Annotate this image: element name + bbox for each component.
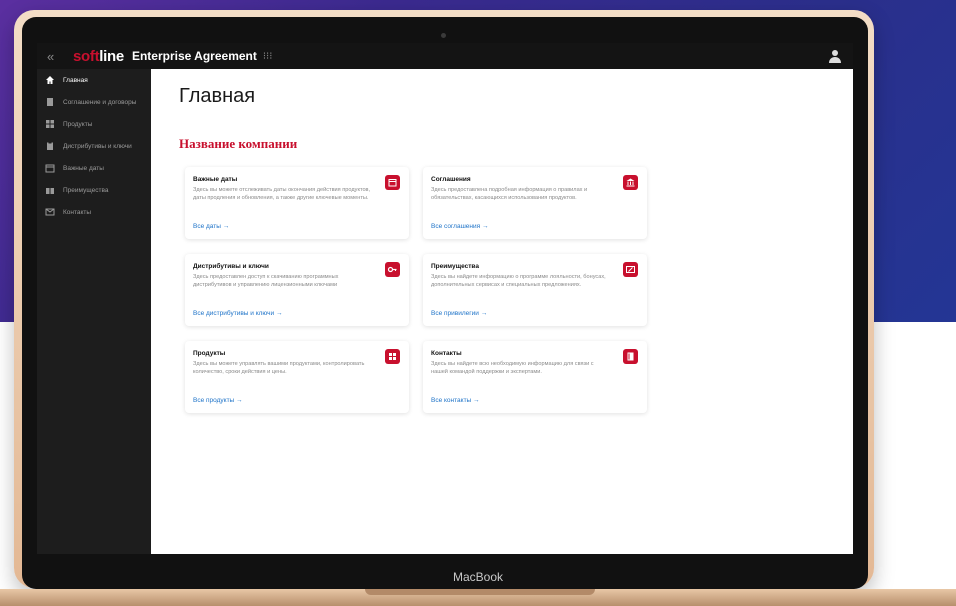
sidebar-item-agreements[interactable]: Соглашение и договоры <box>37 91 151 113</box>
collapse-sidebar-icon[interactable]: « <box>47 49 63 64</box>
ticket-icon <box>623 262 638 277</box>
card-title: Контакты <box>431 350 462 357</box>
card-important-dates: Важные даты Здесь вы можете отслеживать … <box>185 167 409 239</box>
logo-part-1: soft <box>73 47 100 65</box>
key-icon <box>385 262 400 277</box>
card-link[interactable]: Все даты → <box>193 223 229 230</box>
sidebar-item-distributions[interactable]: Дистрибутивы и ключи <box>37 135 151 157</box>
card-distributions-keys: Дистрибутивы и ключи Здесь предоставлен … <box>185 254 409 326</box>
gift-icon <box>46 188 54 194</box>
card-title: Важные даты <box>193 176 238 183</box>
sidebar-item-label: Контакты <box>63 208 92 216</box>
sidebar-item-home[interactable]: Главная <box>37 69 151 91</box>
document-icon <box>47 98 53 106</box>
card-products: Продукты Здесь вы можете управлять вашим… <box>185 341 409 413</box>
grid-icon <box>385 349 400 364</box>
card-title: Продукты <box>193 350 226 357</box>
card-description: Здесь вы найдете информацию о программе … <box>431 274 606 288</box>
card-contacts: Контакты Здесь вы найдете всю необходиму… <box>423 341 647 413</box>
clipboard-icon <box>47 142 53 150</box>
softline-logo[interactable]: softline <box>73 48 124 65</box>
home-icon <box>46 76 54 84</box>
card-benefits: Преимущества Здесь вы найдете информацию… <box>423 254 647 326</box>
card-link[interactable]: Все соглашения → <box>431 223 488 230</box>
user-icon[interactable] <box>829 49 841 63</box>
card-link[interactable]: Все контакты → <box>431 397 480 404</box>
sidebar: Главная Соглашение и договоры Продукты Д… <box>37 69 151 554</box>
card-title: Преимущества <box>431 263 479 270</box>
app-title: Enterprise Agreement <box>131 49 257 63</box>
sidebar-item-label: Продукты <box>63 120 93 128</box>
top-bar: « softline Enterprise Agreement ⁝⁝⁝ <box>37 43 853 69</box>
card-agreements: Соглашения Здесь предоставлена подробная… <box>423 167 647 239</box>
macbook-label: MacBook <box>452 570 504 584</box>
sidebar-item-benefits[interactable]: Преимущества <box>37 179 151 201</box>
page-title: Главная <box>179 85 256 107</box>
apps-grid-icon[interactable]: ⁝⁝⁝ <box>263 51 273 62</box>
card-description: Здесь предоставлен доступ к скачиванию п… <box>193 274 339 288</box>
main-content: Главная Название компании Важные даты Зд… <box>151 69 853 554</box>
card-description: Здесь вы можете отслеживать даты окончан… <box>193 187 371 201</box>
sidebar-item-label: Главная <box>63 76 88 84</box>
mail-icon <box>45 208 55 216</box>
card-description: Здесь вы найдете всю необходимую информа… <box>431 361 594 375</box>
camera-icon <box>441 33 446 38</box>
card-description: Здесь вы можете управлять вашими продукт… <box>193 361 365 375</box>
card-link[interactable]: Все привилегии → <box>431 310 487 317</box>
bank-icon <box>623 175 638 190</box>
sidebar-item-label: Дистрибутивы и ключи <box>63 142 132 150</box>
logo-part-2: line <box>99 47 124 65</box>
grid-icon <box>46 120 54 128</box>
calendar-icon <box>385 175 400 190</box>
sidebar-item-label: Преимущества <box>63 186 109 194</box>
sidebar-item-contacts[interactable]: Контакты <box>37 201 151 223</box>
app-screen: « softline Enterprise Agreement ⁝⁝⁝ Глав… <box>37 43 853 554</box>
card-link[interactable]: Все дистрибутивы и ключи → <box>193 310 282 317</box>
calendar-icon <box>45 164 55 173</box>
card-link[interactable]: Все продукты → <box>193 397 243 404</box>
book-icon <box>623 349 638 364</box>
company-name: Название компании <box>179 136 298 151</box>
card-description: Здесь предоставлена подробная информация… <box>431 187 588 201</box>
card-title: Соглашения <box>431 176 471 183</box>
sidebar-item-label: Важные даты <box>63 164 104 172</box>
card-title: Дистрибутивы и ключи <box>193 263 269 270</box>
sidebar-item-products[interactable]: Продукты <box>37 113 151 135</box>
laptop-notch <box>365 589 595 595</box>
sidebar-item-dates[interactable]: Важные даты <box>37 157 151 179</box>
sidebar-item-label: Соглашение и договоры <box>63 98 137 106</box>
